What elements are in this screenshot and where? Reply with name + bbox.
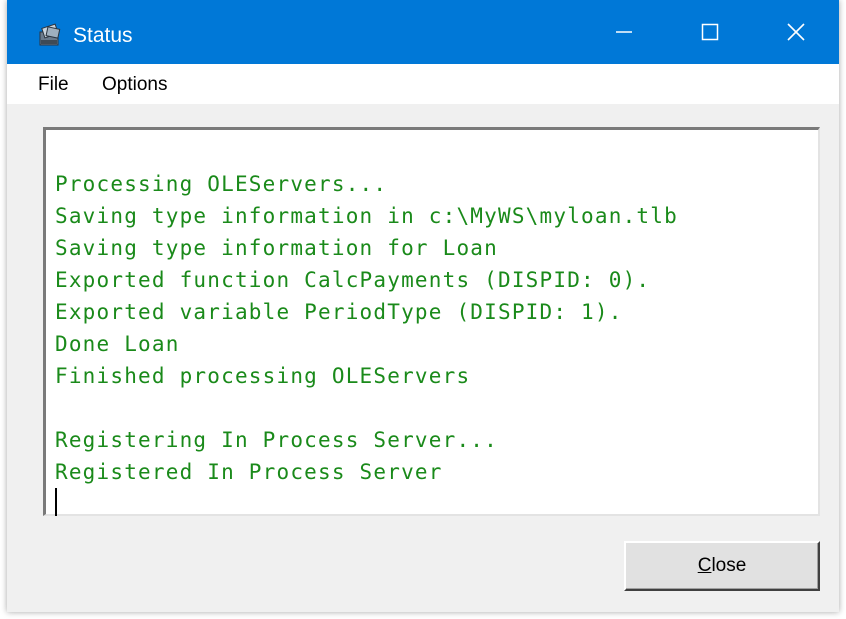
- close-window-button[interactable]: [753, 0, 839, 64]
- minimize-icon: [616, 31, 632, 33]
- log-line: Done Loan: [55, 332, 180, 356]
- menu-file[interactable]: File: [38, 74, 69, 96]
- log-line: Registered In Process Server: [55, 460, 443, 484]
- close-button-label: lose: [711, 555, 747, 576]
- title-bar[interactable]: Status: [7, 0, 839, 64]
- maximize-icon: [701, 23, 719, 41]
- log-line: Registering In Process Server...: [55, 428, 498, 452]
- text-caret: [55, 488, 57, 516]
- minimize-button[interactable]: [581, 0, 667, 64]
- menu-bar: File Options: [7, 64, 839, 104]
- log-line: Exported function CalcPayments (DISPID: …: [55, 268, 651, 292]
- log-line: Processing OLEServers...: [55, 172, 388, 196]
- log-lines: Processing OLEServers... Saving type inf…: [55, 168, 678, 488]
- maximize-button[interactable]: [667, 0, 753, 64]
- close-button[interactable]: Close: [624, 541, 820, 591]
- close-button-mnemonic: C: [697, 555, 712, 576]
- log-line: Saving type information for Loan: [55, 236, 498, 260]
- close-icon: [787, 23, 805, 41]
- log-line: Saving type information in c:\MyWS\myloa…: [55, 204, 678, 228]
- status-log-textarea[interactable]: Processing OLEServers... Saving type inf…: [43, 127, 820, 516]
- log-line: [55, 392, 678, 424]
- window-title: Status: [73, 24, 133, 47]
- log-line: Exported variable PeriodType (DISPID: 1)…: [55, 300, 623, 324]
- menu-options[interactable]: Options: [102, 74, 167, 96]
- status-app-icon[interactable]: [37, 22, 63, 48]
- status-window: Status File Options Processing OLEServer…: [7, 0, 839, 612]
- log-line: Finished processing OLEServers: [55, 364, 471, 388]
